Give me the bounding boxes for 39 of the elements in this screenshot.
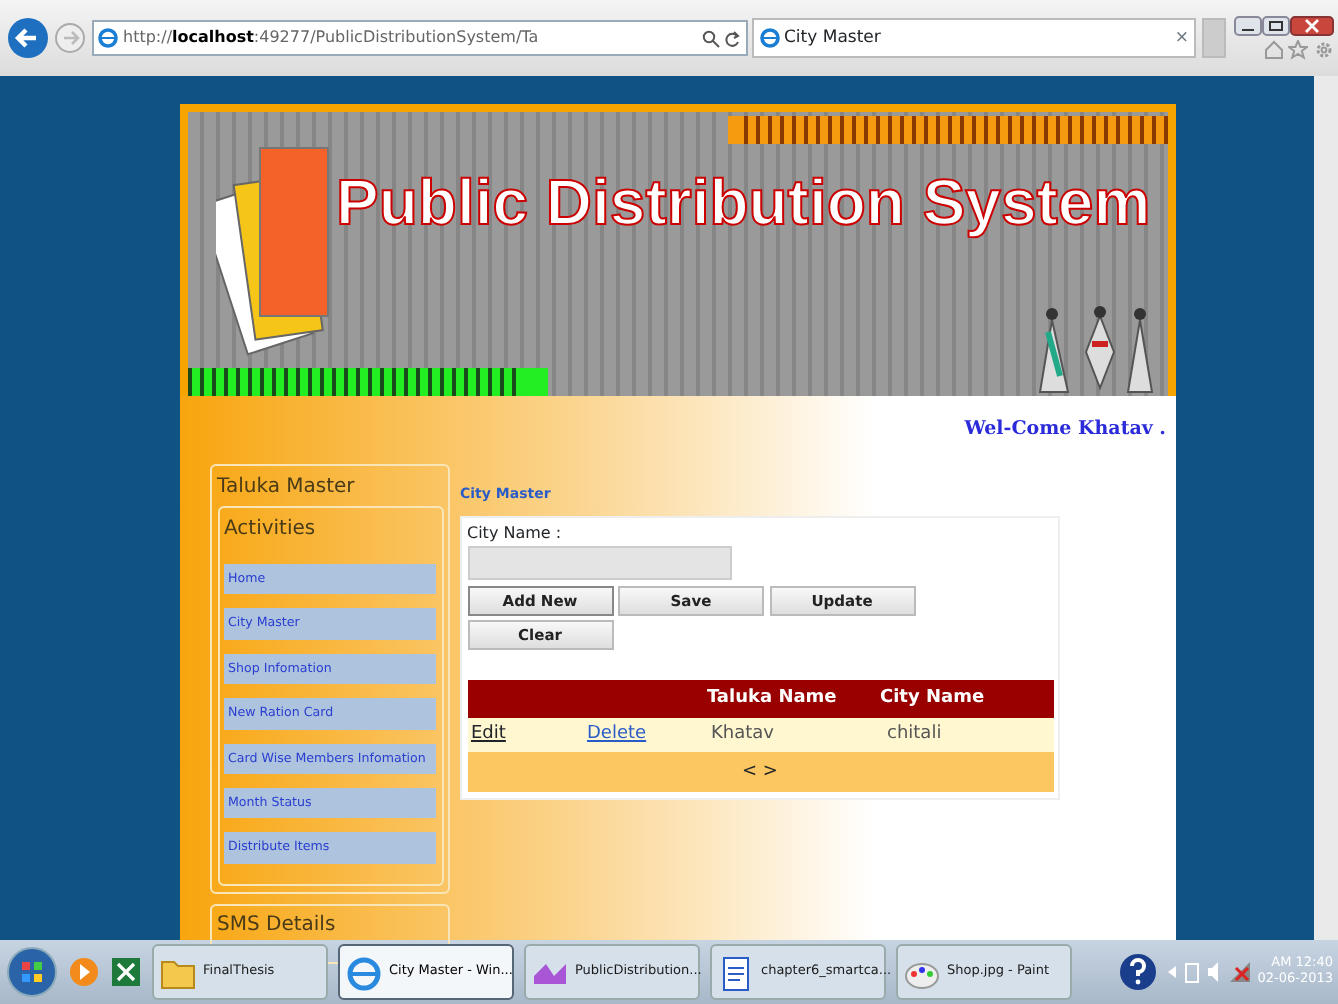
forward-button[interactable]	[54, 22, 86, 54]
scrollbar[interactable]	[1314, 76, 1338, 940]
welcome-text: Wel-Come Khatav .	[964, 416, 1166, 444]
spreadsheet-icon[interactable]	[109, 954, 141, 990]
pager-links[interactable]: < >	[742, 759, 778, 786]
column-header: Taluka Name	[706, 686, 839, 712]
city-name-field[interactable]	[467, 546, 731, 581]
edit-link[interactable]: Edit	[467, 722, 587, 749]
maximize-button[interactable]	[1261, 15, 1289, 36]
network-icon[interactable]	[1228, 960, 1253, 984]
refresh-icon[interactable]	[724, 29, 740, 47]
banner-title: Public Distribution System	[336, 164, 1153, 242]
sidebar-heading: Taluka Master	[217, 473, 357, 502]
field-label: City Name :	[467, 522, 564, 547]
battery-icon[interactable]	[1184, 960, 1201, 984]
media-player-icon[interactable]	[67, 954, 99, 990]
back-button[interactable]	[5, 16, 49, 60]
address-bar[interactable]: http://localhost:49277/PublicDistributionSystem/Ta	[91, 20, 747, 56]
sms-heading: SMS Details	[217, 912, 338, 941]
browser-tab[interactable]: City Master ×	[752, 18, 1196, 58]
minimize-button[interactable]	[1233, 15, 1261, 36]
delete-link[interactable]: Delete	[587, 722, 707, 749]
address-text: http://localhost:49277/PublicDistributionSystem/Ta	[123, 26, 541, 50]
activities-heading: Activities	[224, 515, 318, 544]
browser-logo-icon	[759, 28, 779, 48]
close-button[interactable]	[1289, 15, 1333, 36]
tab-title: City Master	[784, 25, 883, 51]
search-icon[interactable]	[701, 29, 719, 47]
browser-logo-icon	[98, 28, 118, 48]
speaker-icon[interactable]	[1205, 960, 1224, 984]
column-header: City Name	[879, 686, 987, 712]
tray-arrow-icon[interactable]	[1163, 962, 1180, 982]
start-button[interactable]	[5, 946, 57, 998]
table-cell-text: chitali	[887, 722, 942, 748]
table-cell-text: Khatav	[711, 722, 776, 748]
tab-close-button[interactable]: ×	[1174, 25, 1189, 51]
star-icon[interactable]	[1288, 40, 1308, 61]
browser-logo-icon	[344, 952, 384, 992]
help-icon[interactable]	[1118, 952, 1159, 992]
